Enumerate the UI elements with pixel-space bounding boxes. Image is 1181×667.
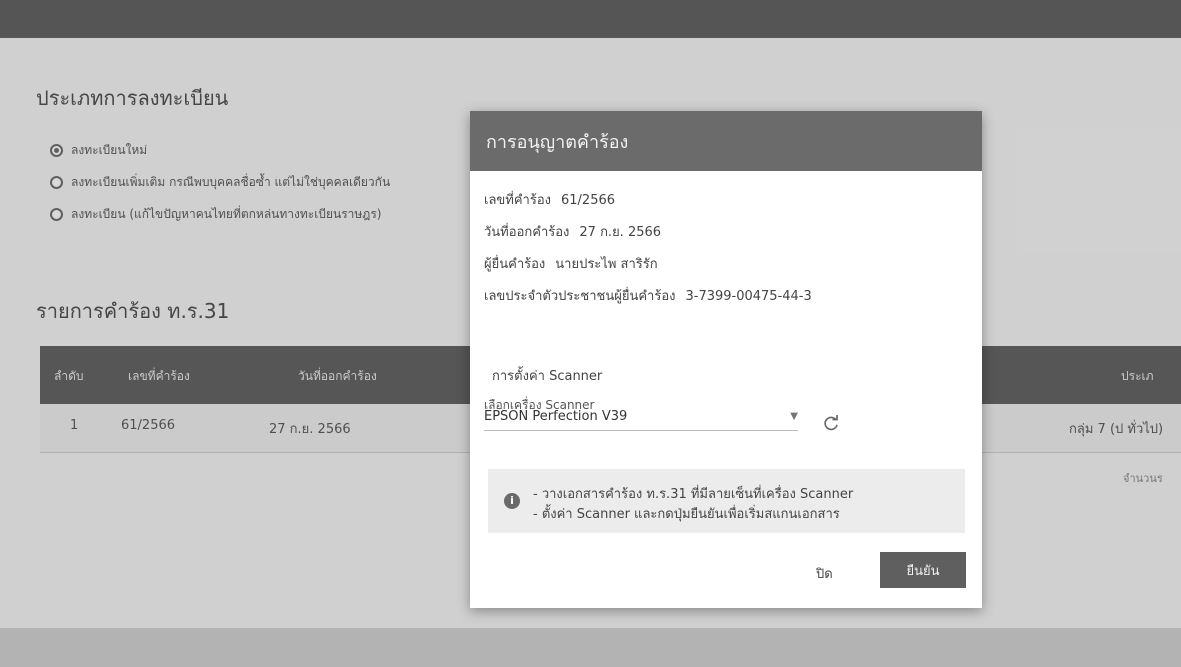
notice-line: - ตั้งค่า Scanner และกดปุ่มยืนยันเพื่อเร… — [533, 507, 840, 522]
modal-header: การอนุญาตคำร้อง — [470, 111, 982, 171]
requester-line: ผู้ยื่นคำร้อง นายประไพ สาริรัก — [484, 253, 658, 274]
refresh-icon[interactable] — [822, 415, 840, 433]
field-label: เลขที่คำร้อง — [484, 193, 551, 208]
chevron-down-icon: ▼ — [790, 411, 798, 422]
modal-title: การอนุญาตคำร้อง — [486, 131, 629, 153]
request-number-line: เลขที่คำร้อง 61/2566 — [484, 189, 615, 210]
scanner-settings-title: การตั้งค่า Scanner — [492, 369, 603, 384]
scan-instructions-notice: i - วางเอกสารคำร้อง ท.ร.31 ที่มีลายเซ็นท… — [488, 469, 965, 533]
scanner-selected-value: EPSON Perfection V39 — [484, 409, 628, 424]
field-label: วันที่ออกคำร้อง — [484, 225, 570, 240]
request-date-line: วันที่ออกคำร้อง 27 ก.ย. 2566 — [484, 221, 661, 242]
citizen-id-line: เลขประจำตัวประชาชนผู้ยื่นคำร้อง 3-7399-00… — [484, 285, 812, 306]
notice-line: - วางเอกสารคำร้อง ท.ร.31 ที่มีลายเซ็นที่… — [533, 487, 854, 502]
field-value: นายประไพ สาริรัก — [555, 257, 658, 272]
field-value: 3-7399-00475-44-3 — [685, 289, 812, 304]
info-icon: i — [504, 493, 520, 509]
field-label: ผู้ยื่นคำร้อง — [484, 257, 546, 272]
approve-request-modal: การอนุญาตคำร้อง เลขที่คำร้อง 61/2566 วันท… — [470, 111, 982, 608]
scanner-select[interactable]: EPSON Perfection V39 ▼ — [484, 409, 798, 431]
close-button[interactable]: ปิด — [816, 563, 833, 584]
field-value: 27 ก.ย. 2566 — [579, 225, 662, 240]
confirm-button[interactable]: ยืนยัน — [880, 552, 966, 588]
field-value: 61/2566 — [561, 193, 616, 208]
field-label: เลขประจำตัวประชาชนผู้ยื่นคำร้อง — [484, 289, 676, 304]
